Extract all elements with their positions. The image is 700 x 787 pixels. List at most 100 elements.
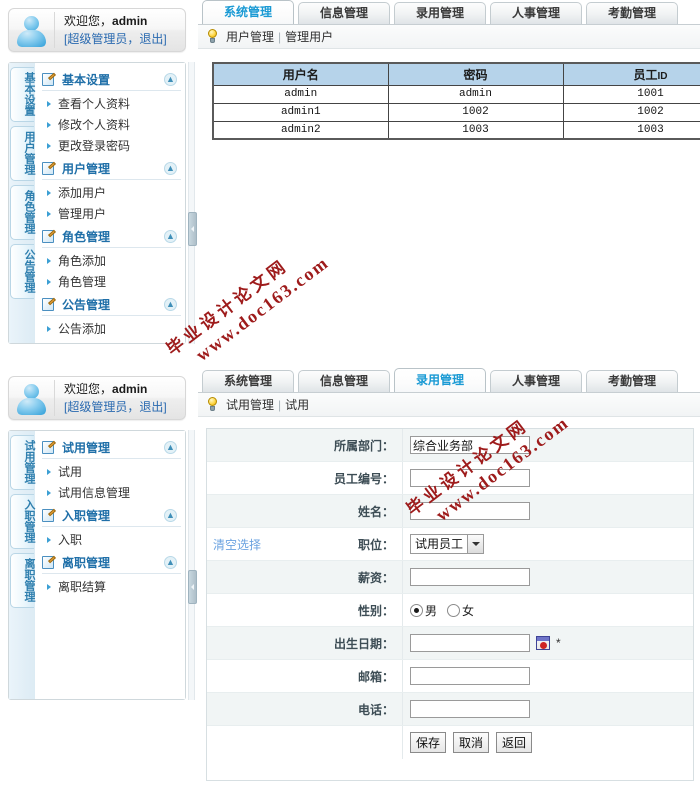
top-tab-bar-b: 系统管理 信息管理 录用管理 人事管理 考勤管理 bbox=[200, 368, 700, 392]
chevron-up-icon[interactable]: ▲ bbox=[164, 509, 177, 522]
accordion-header-resignation-management[interactable]: 离职管理 ▲ bbox=[42, 552, 181, 574]
tab-system-management[interactable]: 系统管理 bbox=[202, 370, 294, 392]
clear-selection-link[interactable]: 清空选择 bbox=[213, 536, 261, 553]
menu-item-label: 管理用户 bbox=[58, 207, 107, 221]
vtab-a-0[interactable]: 基本设置 bbox=[10, 67, 35, 122]
collapse-sidebar-handle[interactable] bbox=[188, 212, 197, 246]
employee-number-input[interactable] bbox=[410, 469, 530, 487]
arrow-right-icon bbox=[47, 121, 51, 128]
menu-item-manage-user[interactable]: 管理用户 bbox=[42, 203, 181, 224]
pane-splitter-b[interactable] bbox=[188, 430, 197, 700]
role-logout-link[interactable]: [超级管理员，退出] bbox=[64, 398, 167, 416]
gender-radio-female[interactable] bbox=[447, 603, 461, 617]
vtab-a-2[interactable]: 角色管理 bbox=[10, 185, 35, 240]
note-edit-icon bbox=[42, 440, 57, 455]
tab-system-management[interactable]: 系统管理 bbox=[202, 0, 294, 24]
vtab-a-1-label: 用户管理 bbox=[23, 131, 35, 175]
cell-username: admin2 bbox=[212, 120, 389, 140]
menu-item-add-announcement[interactable]: 公告添加 bbox=[42, 318, 181, 339]
accordion-header-announcement-management[interactable]: 公告管理 ▲ bbox=[42, 294, 181, 316]
breadcrumb-parent[interactable]: 用户管理 bbox=[226, 30, 274, 44]
label-email: 邮箱： bbox=[357, 669, 394, 684]
menu-item-change-password[interactable]: 更改登录密码 bbox=[42, 135, 181, 156]
department-input[interactable] bbox=[410, 436, 530, 454]
chevron-up-icon[interactable]: ▲ bbox=[164, 556, 177, 569]
menu-item-add-role[interactable]: 角色添加 bbox=[42, 250, 181, 271]
menu-item-add-user[interactable]: 添加用户 bbox=[42, 182, 181, 203]
menu-item-onboarding[interactable]: 入职 bbox=[42, 529, 181, 550]
th-username: 用户名 bbox=[212, 62, 389, 86]
phone-input[interactable] bbox=[410, 700, 530, 718]
menu-item-manage-role[interactable]: 角色管理 bbox=[42, 271, 181, 292]
arrow-right-icon bbox=[47, 189, 51, 196]
accordion-title: 公告管理 bbox=[62, 298, 111, 312]
menu-item-probation-info[interactable]: 试用信息管理 bbox=[42, 482, 181, 503]
accordion-header-basic-settings[interactable]: 基本设置 ▲ bbox=[42, 69, 181, 91]
chevron-up-icon[interactable]: ▲ bbox=[164, 162, 177, 175]
tab-personnel-management[interactable]: 人事管理 bbox=[490, 370, 582, 392]
chevron-left-icon bbox=[191, 584, 194, 590]
chevron-down-icon[interactable] bbox=[467, 535, 484, 553]
breadcrumb-separator: | bbox=[278, 30, 282, 44]
accordion-group-role-management: 角色管理 ▲ 角色添加 角色管理 bbox=[42, 226, 181, 292]
tab-attendance-management[interactable]: 考勤管理 bbox=[586, 2, 678, 24]
calendar-icon[interactable] bbox=[536, 636, 550, 650]
tab-information-management[interactable]: 信息管理 bbox=[298, 2, 390, 24]
cancel-button[interactable]: 取消 bbox=[453, 732, 490, 753]
chevron-up-icon[interactable]: ▲ bbox=[164, 298, 177, 311]
table-row[interactable]: admin2 1003 1003 bbox=[212, 120, 700, 140]
cell-employee-id: 1003 bbox=[562, 120, 700, 140]
vtab-a-2-label: 角色管理 bbox=[23, 190, 35, 234]
chevron-up-icon[interactable]: ▲ bbox=[164, 441, 177, 454]
tab-personnel-management[interactable]: 人事管理 bbox=[490, 2, 582, 24]
menu-item-manage-announcement[interactable]: 公告管理 bbox=[42, 339, 181, 343]
collapse-sidebar-handle[interactable] bbox=[188, 570, 197, 604]
chevron-left-icon bbox=[191, 226, 194, 232]
vtab-b-0[interactable]: 试用管理 bbox=[10, 435, 35, 490]
accordion-title: 试用管理 bbox=[62, 441, 111, 455]
cell-username: admin bbox=[212, 84, 389, 104]
accordion-header-onboarding-management[interactable]: 入职管理 ▲ bbox=[42, 505, 181, 527]
accordion-header-role-management[interactable]: 角色管理 ▲ bbox=[42, 226, 181, 248]
position-select[interactable]: 试用员工 bbox=[410, 534, 485, 554]
table-row[interactable]: admin admin 1001 bbox=[212, 84, 700, 104]
birthdate-input[interactable] bbox=[410, 634, 530, 652]
breadcrumb-current: 试用 bbox=[285, 398, 310, 412]
role-logout-link[interactable]: [超级管理员，退出] bbox=[64, 30, 167, 48]
gender-radio-male[interactable] bbox=[410, 603, 423, 617]
accordion-group-announcement-management: 公告管理 ▲ 公告添加 公告管理 bbox=[42, 294, 181, 343]
chevron-up-icon[interactable]: ▲ bbox=[164, 230, 177, 243]
back-button[interactable]: 返回 bbox=[496, 732, 533, 753]
chevron-up-icon[interactable]: ▲ bbox=[164, 73, 177, 86]
menu-item-edit-profile[interactable]: 修改个人资料 bbox=[42, 114, 181, 135]
pane-splitter-a[interactable] bbox=[188, 62, 197, 344]
screenshot-root: 欢迎您，admin [超级管理员，退出] 基本设置 用户管理 角色管理 公告管理… bbox=[0, 0, 700, 787]
form-row-position: 清空选择 职位： 试用员工 bbox=[207, 528, 693, 561]
vtab-a-1[interactable]: 用户管理 bbox=[10, 126, 35, 181]
email-input[interactable] bbox=[410, 667, 530, 685]
tab-information-management[interactable]: 信息管理 bbox=[298, 370, 390, 392]
save-button[interactable]: 保存 bbox=[410, 732, 447, 753]
vtab-b-2[interactable]: 离职管理 bbox=[10, 553, 35, 608]
accordion-title: 离职管理 bbox=[62, 556, 111, 570]
vtab-a-3[interactable]: 公告管理 bbox=[10, 244, 35, 299]
menu-item-view-profile[interactable]: 查看个人资料 bbox=[42, 93, 181, 114]
salary-input[interactable] bbox=[410, 568, 530, 586]
table-row[interactable]: admin1 1002 1002 bbox=[212, 102, 700, 122]
accordion-title: 基本设置 bbox=[62, 73, 111, 87]
accordion-header-user-management[interactable]: 用户管理 ▲ bbox=[42, 158, 181, 180]
tab-recruitment-management[interactable]: 录用管理 bbox=[394, 2, 486, 24]
accordion-title: 用户管理 bbox=[62, 162, 111, 176]
tab-attendance-management[interactable]: 考勤管理 bbox=[586, 370, 678, 392]
tab-recruitment-management[interactable]: 录用管理 bbox=[394, 368, 486, 392]
menu-item-probation[interactable]: 试用 bbox=[42, 461, 181, 482]
menu-item-resignation-settlement[interactable]: 离职结算 bbox=[42, 576, 181, 597]
accordion-title: 入职管理 bbox=[62, 509, 111, 523]
vtab-b-1[interactable]: 入职管理 bbox=[10, 494, 35, 549]
th-employee-id: 员工ID bbox=[562, 62, 700, 86]
main-content-a: 系统管理 信息管理 录用管理 人事管理 考勤管理 用户管理 |管理用户 用户名 bbox=[198, 0, 700, 352]
name-input[interactable] bbox=[410, 502, 530, 520]
accordion-group-basic-settings: 基本设置 ▲ 查看个人资料 修改个人资料 更改登录密码 bbox=[42, 69, 181, 156]
accordion-header-probation-management[interactable]: 试用管理 ▲ bbox=[42, 437, 181, 459]
breadcrumb-parent[interactable]: 试用管理 bbox=[226, 398, 274, 412]
